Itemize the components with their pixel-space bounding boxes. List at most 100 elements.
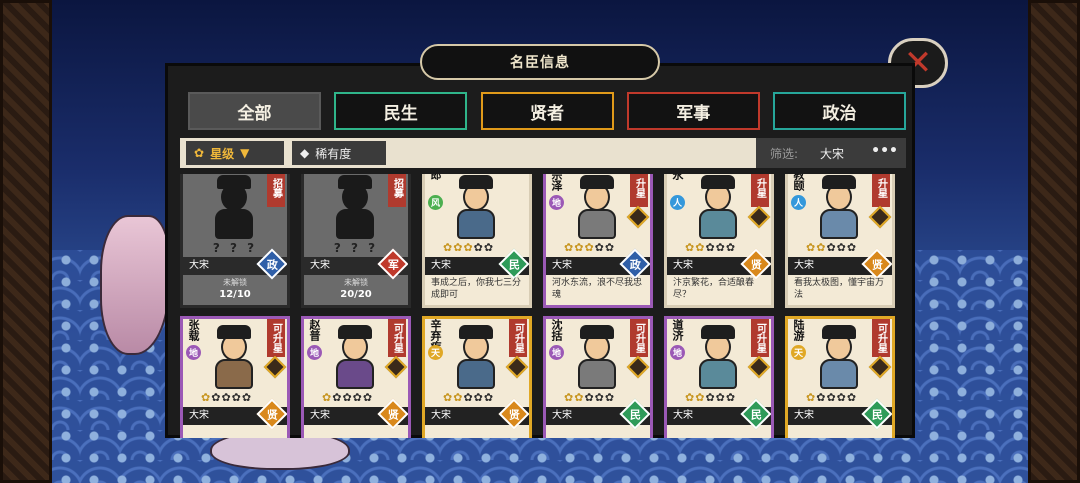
filter-bar: ✿ 星级 ▼ ◆ 稀有度 筛选: 大宋 ••• — [180, 138, 906, 168]
upgrade-badge: 升星 — [630, 174, 648, 207]
lock-status: 未解锁 — [223, 278, 247, 287]
portrait-hat — [338, 175, 372, 189]
minister-portrait — [205, 175, 263, 239]
star-icon: ✿ — [826, 241, 836, 254]
category-type-label: 贤 — [871, 258, 883, 271]
flower-icon: ✿ — [194, 146, 205, 160]
star-icon: ✿ — [806, 241, 816, 254]
minister-quote: 事成之后，你我七三分成即可 — [431, 278, 522, 300]
star-rating: ✿ ✿ ✿ ✿ ✿ — [806, 241, 856, 254]
sort-by-star-dropdown[interactable]: ✿ 星级 ▼ — [186, 141, 284, 165]
minister-name: 陆游 — [792, 319, 805, 341]
star-icon: ✿ — [463, 241, 473, 254]
portrait-hat — [338, 325, 372, 339]
upgrade-badge: 可升星 — [630, 319, 648, 357]
star-icon: ✿ — [725, 241, 736, 254]
sort-rarity-label: 稀有度 — [315, 146, 352, 161]
tab-all[interactable]: 全部 — [188, 92, 321, 130]
category-type-label: 民 — [629, 408, 641, 421]
minister-card[interactable]: 道济地可升星 ✿ ✿ ✿ ✿ ✿ 大宋民 — [664, 316, 774, 438]
star-icon: ✿ — [483, 391, 494, 404]
element-badge: 地 — [186, 345, 201, 360]
minister-card[interactable]: 永人升星 ✿ ✿ ✿ ✿ ✿ 大宋贤汴京繁花，合适酿春尽？ — [664, 174, 774, 308]
rank-diamond-icon — [868, 205, 892, 229]
rank-diamond-icon — [505, 355, 529, 379]
element-badge: 地 — [307, 345, 322, 360]
star-icon: ✿ — [322, 391, 332, 404]
minister-card[interactable]: 宗泽地升星 ✿ ✿ ✿ ✿ ✿ 大宋政河水东流，浪不尽我忠魂 — [543, 174, 653, 308]
tab-sage[interactable]: 贤者 — [480, 92, 614, 130]
category-type-label: 民 — [871, 408, 883, 421]
star-icon: ✿ — [846, 241, 857, 254]
recruit-progress: 12/10 — [219, 289, 251, 300]
star-icon: ✿ — [362, 391, 373, 404]
minister-name: 沈括 — [550, 319, 563, 341]
portrait-hat — [580, 325, 614, 339]
minister-info-panel: 全部 民生 贤者 军事 政治 ✿ 星级 ▼ ◆ 稀有度 筛选: 大宋 ••• 招… — [165, 63, 915, 438]
more-options-button[interactable]: ••• — [871, 143, 898, 159]
minister-card[interactable]: 陆游天可升星 ✿ ✿ ✿ ✿ ✿ 大宋民 — [785, 316, 895, 438]
minister-card[interactable]: 张载地可升星 ✿ ✿ ✿ ✿ ✿ 大宋贤 — [180, 316, 290, 438]
minister-portrait — [689, 325, 747, 389]
category-type-label: 贤 — [508, 408, 520, 421]
decorative-border-right — [1028, 0, 1080, 483]
star-icon: ✿ — [725, 391, 736, 404]
chevron-down-icon: ▼ — [240, 146, 250, 160]
star-icon: ✿ — [443, 391, 453, 404]
minister-name: 宗泽 — [550, 174, 563, 191]
upgrade-badge: 招募 — [388, 174, 406, 207]
floating-island-left — [100, 215, 170, 355]
minister-card[interactable]: 沈括地可升星 ✿ ✿ ✿ ✿ ✿ 大宋民 — [543, 316, 653, 438]
upgrade-badge: 可升星 — [267, 319, 285, 357]
minister-name: 教颐 — [792, 174, 805, 191]
star-rating: ✿ ✿ ✿ ✿ ✿ — [443, 391, 493, 404]
minister-card[interactable]: 辛弃疾天可升星 ✿ ✿ ✿ ✿ ✿ 大宋贤 — [422, 316, 532, 438]
upgrade-badge: 招募 — [267, 174, 285, 207]
portrait-hat — [701, 325, 735, 339]
star-rating: ✿ ✿ ✿ ✿ ✿ — [806, 391, 856, 404]
star-icon: ✿ — [685, 391, 695, 404]
star-icon: ✿ — [816, 391, 826, 404]
star-icon: ✿ — [715, 391, 725, 404]
rank-diamond-icon — [384, 355, 408, 379]
panel-title: 名臣信息 — [420, 44, 660, 80]
minister-card[interactable]: 郎风 ✿ ✿ ✿ ✿ ✿ 大宋民事成之后，你我七三分成即可 — [422, 174, 532, 308]
star-icon: ✿ — [826, 391, 836, 404]
star-icon: ✿ — [342, 391, 352, 404]
star-rating: ✿ ✿ ✿ ✿ ✿ — [443, 241, 493, 254]
filter-label: 筛选: — [770, 146, 799, 161]
category-type-label: 民 — [750, 408, 762, 421]
minister-card[interactable]: 教颐人升星 ✿ ✿ ✿ ✿ ✿ 大宋贤看我太极图，懂宇宙万法 — [785, 174, 895, 308]
portrait-body — [215, 209, 253, 239]
element-badge: 风 — [428, 195, 443, 210]
tab-livelihood[interactable]: 民生 — [334, 92, 468, 130]
recruit-progress: 20/20 — [340, 289, 372, 300]
sort-star-label: 星级 — [210, 146, 235, 161]
star-icon: ✿ — [816, 241, 826, 254]
category-tabs: 全部 民生 贤者 军事 政治 — [188, 92, 906, 130]
star-rating: ✿ ✿ ✿ ✿ ✿ — [685, 391, 735, 404]
minister-name: 张载 — [187, 319, 200, 341]
upgrade-badge: 可升星 — [751, 319, 769, 357]
star-icon: ✿ — [685, 241, 695, 254]
element-badge: 地 — [670, 345, 685, 360]
portrait-hat — [701, 175, 735, 189]
rank-diamond-icon — [263, 355, 287, 379]
portrait-body — [699, 209, 737, 239]
sort-by-rarity-button[interactable]: ◆ 稀有度 — [292, 141, 386, 165]
portrait-body — [578, 209, 616, 239]
portrait-body — [457, 209, 495, 239]
minister-portrait — [447, 325, 505, 389]
tab-politics[interactable]: 政治 — [773, 92, 906, 130]
star-rating: ✿ ✿ ✿ ✿ ✿ — [564, 391, 614, 404]
minister-card[interactable]: 招募? ? ? 大宋军未解锁 20/20 — [301, 174, 411, 308]
tab-military[interactable]: 军事 — [626, 92, 760, 130]
portrait-body — [336, 359, 374, 389]
star-icon: ✿ — [483, 241, 494, 254]
minister-card[interactable]: 招募? ? ? 大宋政未解锁 12/10 — [180, 174, 290, 308]
minister-quote: 看我太极图，懂宇宙万法 — [794, 278, 885, 300]
minister-card[interactable]: 赵普地可升星 ✿ ✿ ✿ ✿ ✿ 大宋贤 — [301, 316, 411, 438]
decorative-border-left — [0, 0, 52, 483]
minister-portrait — [326, 325, 384, 389]
portrait-body — [699, 359, 737, 389]
